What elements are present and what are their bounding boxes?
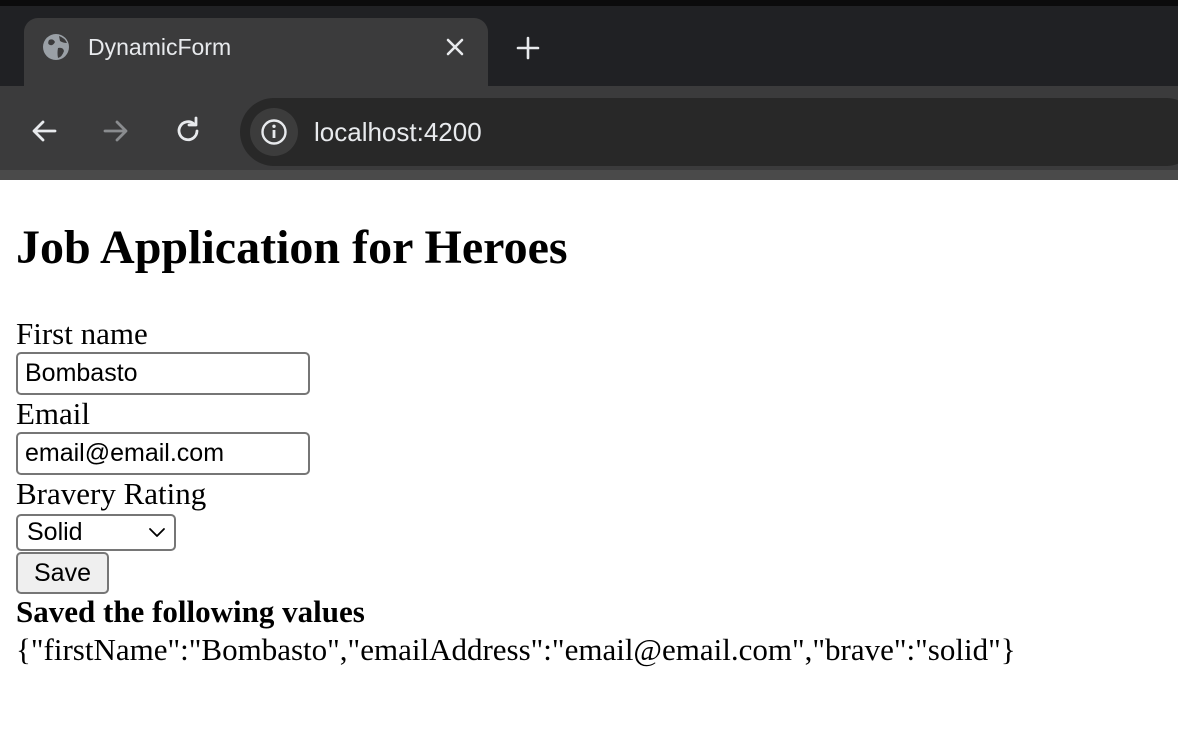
saved-values-heading: Saved the following values bbox=[16, 594, 365, 629]
first-name-input[interactable] bbox=[16, 352, 310, 395]
tab-strip: DynamicForm bbox=[0, 6, 1178, 88]
site-info-button[interactable] bbox=[250, 108, 298, 156]
email-label: Email bbox=[16, 396, 91, 431]
toolbar-bottom-edge bbox=[0, 170, 1178, 180]
info-icon bbox=[261, 119, 287, 145]
close-icon[interactable] bbox=[443, 35, 467, 59]
browser-toolbar: localhost:4200 bbox=[0, 86, 1178, 180]
bravery-rating-select[interactable]: Solid bbox=[16, 514, 176, 551]
reload-icon[interactable] bbox=[171, 114, 205, 148]
browser-chrome: DynamicForm localhost:4200 bbox=[0, 0, 1178, 180]
bravery-rating-label: Bravery Rating bbox=[16, 476, 207, 511]
bravery-selected-value: Solid bbox=[27, 518, 83, 546]
plus-icon[interactable] bbox=[512, 32, 544, 64]
address-bar[interactable]: localhost:4200 bbox=[240, 98, 1178, 166]
chevron-down-icon bbox=[149, 528, 165, 537]
tab-dynamicform[interactable]: DynamicForm bbox=[24, 18, 488, 88]
save-button[interactable]: Save bbox=[16, 552, 109, 594]
first-name-label: First name bbox=[16, 316, 148, 351]
arrow-right-icon[interactable] bbox=[99, 114, 133, 148]
page-title: Job Application for Heroes bbox=[16, 221, 568, 274]
globe-icon bbox=[43, 34, 69, 60]
arrow-left-icon[interactable] bbox=[27, 114, 61, 148]
url-text: localhost:4200 bbox=[314, 117, 482, 147]
tab-title: DynamicForm bbox=[88, 34, 232, 60]
saved-values-json: {"firstName":"Bombasto","emailAddress":"… bbox=[16, 632, 1016, 667]
email-input[interactable] bbox=[16, 432, 310, 475]
